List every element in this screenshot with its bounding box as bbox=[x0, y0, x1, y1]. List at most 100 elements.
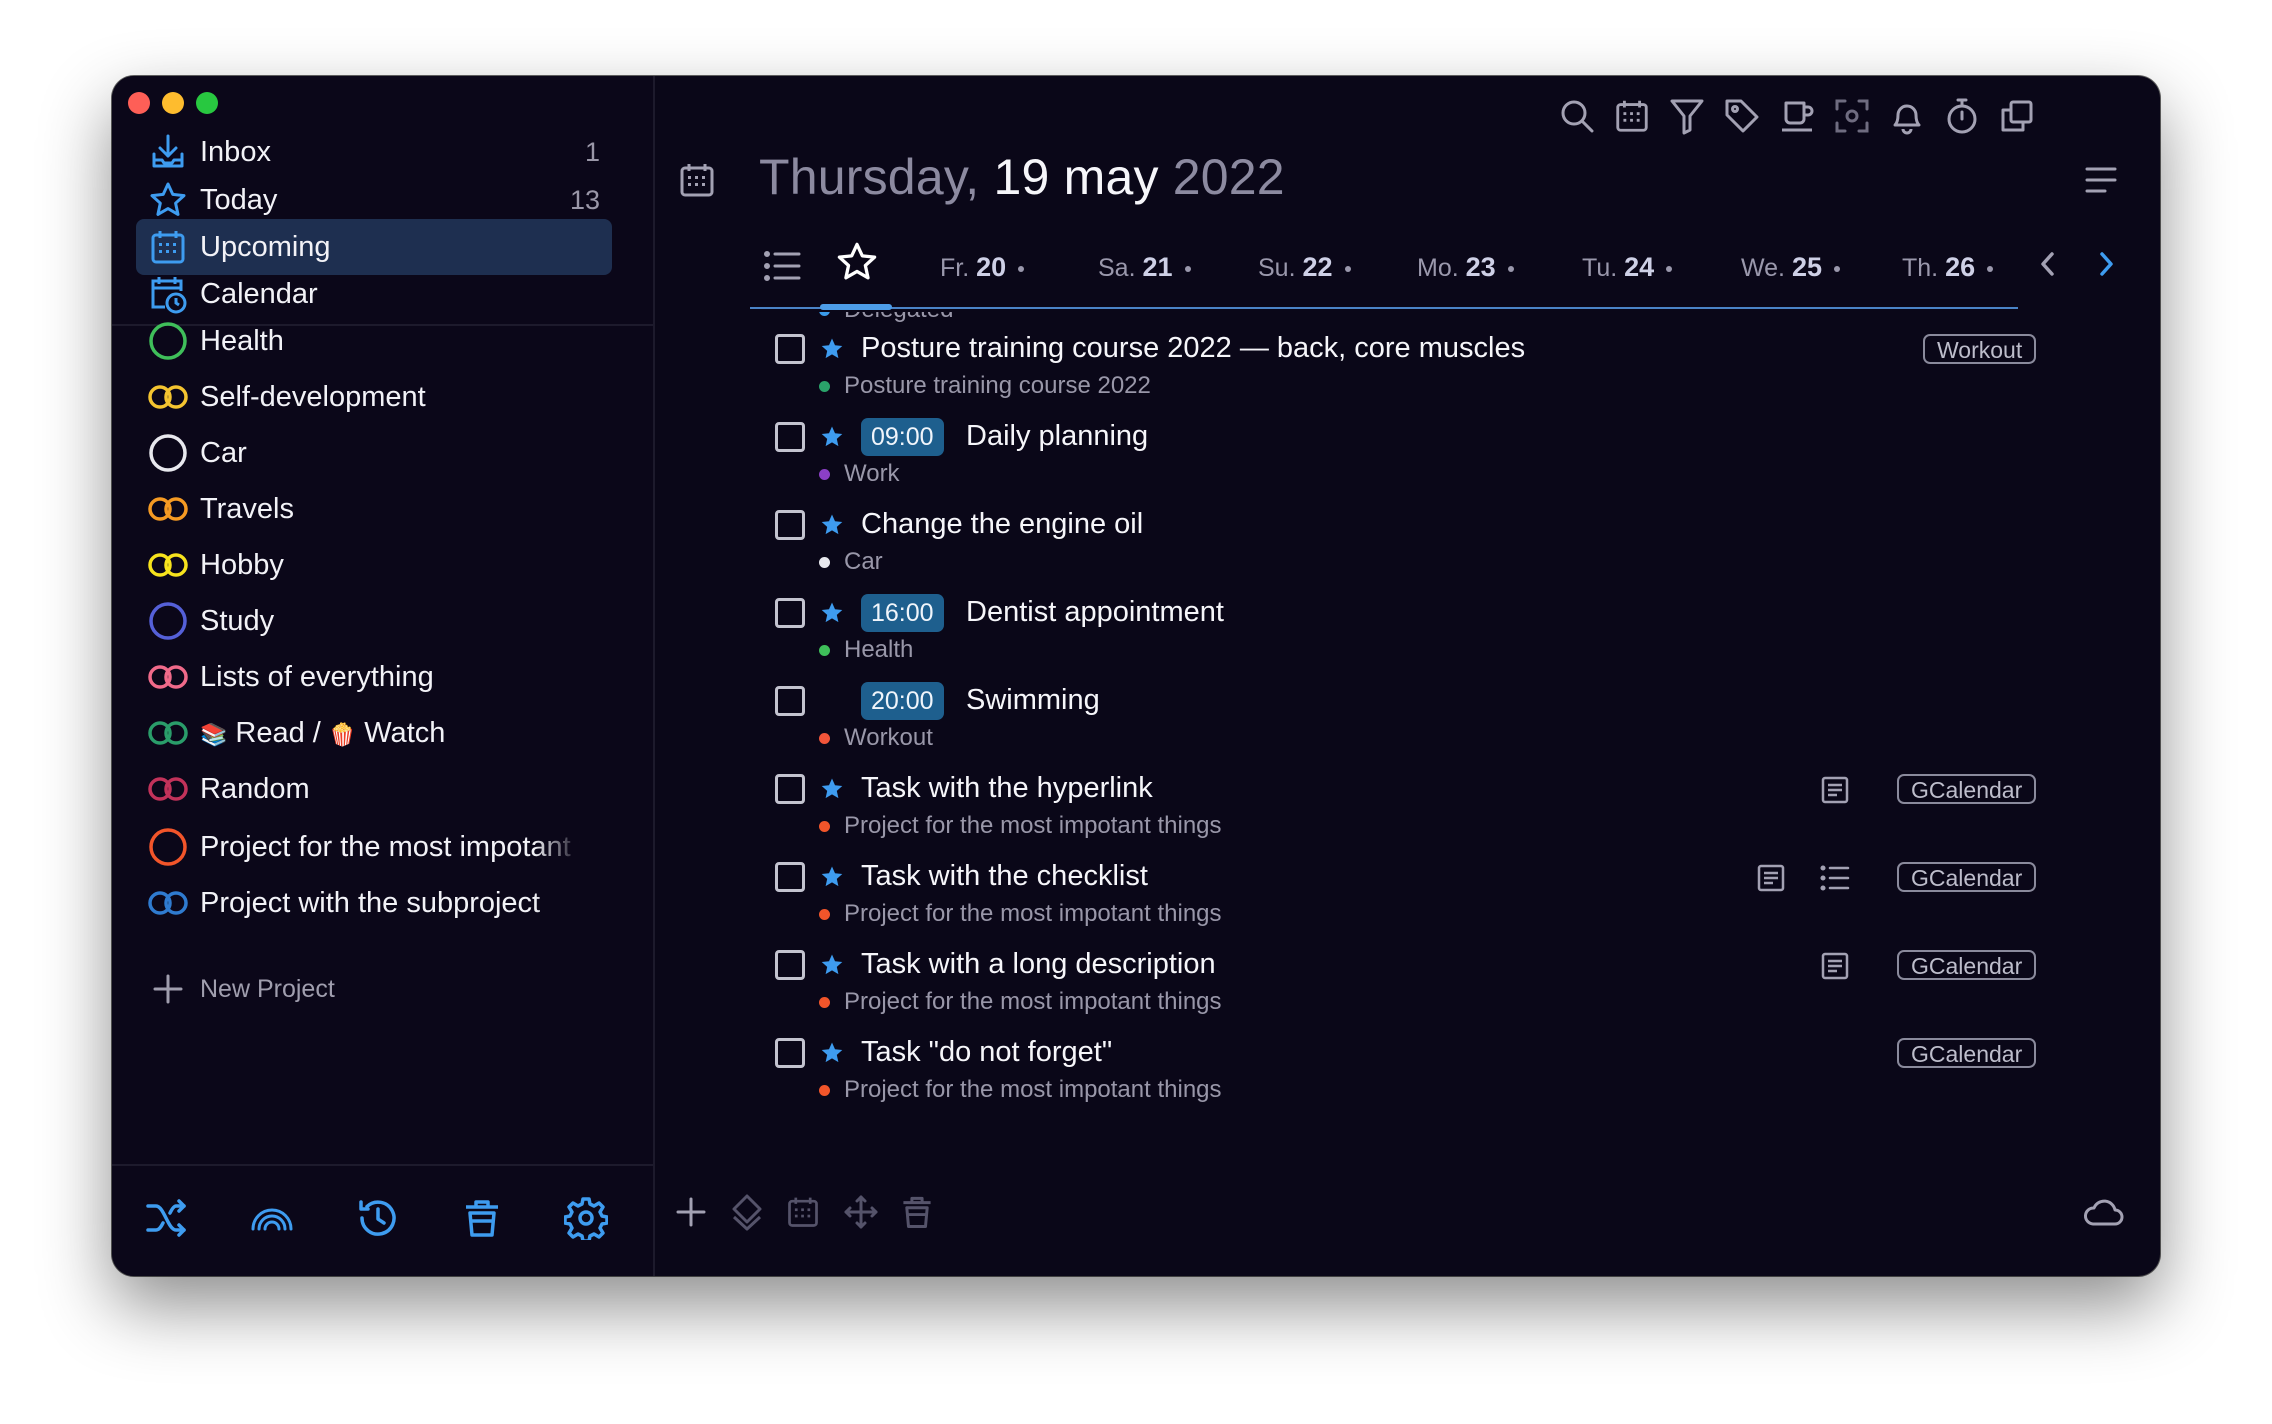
sidebar-project-car[interactable]: Car bbox=[136, 428, 612, 478]
star-icon[interactable] bbox=[818, 332, 846, 366]
filter-icon[interactable] bbox=[1661, 90, 1713, 142]
sidebar-project-random[interactable]: Random bbox=[136, 764, 612, 814]
list-view-icon[interactable] bbox=[761, 244, 805, 288]
day-prefix: Sa. bbox=[1098, 254, 1136, 282]
trash-icon[interactable] bbox=[452, 1188, 512, 1248]
trash-icon[interactable] bbox=[891, 1186, 943, 1238]
task-list: Delegated Posture training course 2022 —… bbox=[655, 312, 2160, 1152]
double-ring-icon bbox=[136, 384, 200, 410]
task-row[interactable]: 16:00 Dentist appointment Health bbox=[655, 592, 2160, 680]
popcorn-emoji: 🍿 bbox=[328, 721, 357, 747]
task-tag[interactable]: GCalendar bbox=[1897, 950, 2037, 980]
gear-icon[interactable] bbox=[556, 1188, 616, 1248]
day-tabs: Fr. 20 Sa. 21 Su. 22 Mo. 23 Tu. 24 We. 2… bbox=[655, 226, 2160, 306]
sidebar-project-read-watch[interactable]: 📚 Read / 🍿 Watch bbox=[136, 708, 612, 758]
calendar-grid-icon[interactable] bbox=[1606, 90, 1658, 142]
task-row[interactable]: Posture training course 2022 — back, cor… bbox=[655, 328, 2160, 416]
task-checkbox[interactable] bbox=[775, 686, 805, 716]
sidebar-project-study[interactable]: Study bbox=[136, 596, 612, 646]
project-name: Health bbox=[844, 636, 914, 663]
task-tag[interactable]: GCalendar bbox=[1897, 774, 2037, 804]
star-icon[interactable] bbox=[818, 860, 846, 894]
move-icon[interactable] bbox=[835, 1186, 887, 1238]
task-row[interactable]: Task "do not forget" GCalendar Project f… bbox=[655, 1032, 2160, 1120]
coffee-icon[interactable] bbox=[1771, 90, 1823, 142]
star-icon[interactable] bbox=[818, 772, 846, 806]
task-row[interactable]: 20:00 Swimming Workout bbox=[655, 680, 2160, 768]
shuffle-icon[interactable] bbox=[137, 1188, 197, 1248]
sidebar-bottom-bar bbox=[112, 1166, 653, 1276]
bell-icon[interactable] bbox=[1881, 90, 1933, 142]
task-row[interactable]: Task with the hyperlink GCalendar Projec… bbox=[655, 768, 2160, 856]
chevron-right-icon[interactable] bbox=[2091, 248, 2121, 282]
tab-day[interactable]: Mo. 23 bbox=[1417, 252, 1514, 283]
tab-day[interactable]: Su. 22 bbox=[1258, 252, 1351, 283]
note-icon[interactable] bbox=[1753, 860, 1789, 896]
cloud-sync-icon[interactable] bbox=[2077, 1186, 2129, 1238]
calendar-grid-icon[interactable] bbox=[777, 1186, 829, 1238]
task-checkbox[interactable] bbox=[775, 334, 805, 364]
search-icon[interactable] bbox=[1551, 90, 1603, 142]
tab-day[interactable]: Th. 26 bbox=[1902, 252, 1994, 283]
priority-icon[interactable] bbox=[721, 1186, 773, 1238]
note-icon[interactable] bbox=[1817, 772, 1853, 808]
task-checkbox[interactable] bbox=[775, 1038, 805, 1068]
sidebar-project-travels[interactable]: Travels bbox=[136, 484, 612, 534]
star-icon[interactable] bbox=[818, 948, 846, 982]
tab-day[interactable]: We. 25 bbox=[1741, 252, 1840, 283]
checklist-icon[interactable] bbox=[1817, 860, 1853, 896]
task-title: Swimming bbox=[966, 684, 1100, 716]
tab-day[interactable]: Tu. 24 bbox=[1582, 252, 1673, 283]
task-checkbox[interactable] bbox=[775, 774, 805, 804]
history-icon[interactable] bbox=[348, 1188, 408, 1248]
moon-icon[interactable] bbox=[818, 684, 846, 718]
sidebar-project-subproject[interactable]: Project with the subproject bbox=[136, 878, 612, 928]
tab-day[interactable]: Fr. 20 bbox=[940, 252, 1025, 283]
sidebar-project-health[interactable]: Health bbox=[136, 316, 612, 366]
rainbow-icon[interactable] bbox=[242, 1188, 302, 1248]
note-icon[interactable] bbox=[1817, 948, 1853, 984]
close-window-button[interactable] bbox=[128, 92, 150, 114]
new-project-button[interactable]: New Project bbox=[136, 964, 335, 1014]
star-icon[interactable] bbox=[818, 596, 846, 630]
task-row[interactable]: Task with a long description GCalendar P… bbox=[655, 944, 2160, 1032]
star-icon[interactable] bbox=[818, 420, 846, 454]
ring-icon bbox=[136, 321, 200, 361]
project-label-part: Watch bbox=[364, 716, 446, 749]
ring-icon bbox=[136, 433, 200, 473]
star-icon[interactable] bbox=[818, 508, 846, 542]
tab-day[interactable]: Sa. 21 bbox=[1098, 252, 1191, 283]
star-tab-icon[interactable] bbox=[835, 240, 879, 286]
sidebar-project-hobby[interactable]: Hobby bbox=[136, 540, 612, 590]
zoom-window-button[interactable] bbox=[196, 92, 218, 114]
star-icon[interactable] bbox=[818, 1036, 846, 1070]
task-title: Dentist appointment bbox=[966, 596, 1224, 628]
project-label: Study bbox=[200, 604, 275, 637]
task-checkbox[interactable] bbox=[775, 598, 805, 628]
day-number: 20 bbox=[976, 252, 1007, 282]
sidebar-project-most-important[interactable]: Project for the most impotant things bbox=[136, 822, 612, 872]
task-title: Task with the hyperlink bbox=[861, 772, 1153, 804]
task-checkbox[interactable] bbox=[775, 862, 805, 892]
hamburger-icon[interactable] bbox=[2081, 160, 2121, 200]
task-row[interactable]: 09:00 Daily planning Work bbox=[655, 416, 2160, 504]
copy-windows-icon[interactable] bbox=[1991, 90, 2043, 142]
task-checkbox[interactable] bbox=[775, 510, 805, 540]
task-checkbox[interactable] bbox=[775, 950, 805, 980]
tag-icon[interactable] bbox=[1716, 90, 1768, 142]
add-task-button[interactable] bbox=[665, 1186, 717, 1238]
task-tag[interactable]: GCalendar bbox=[1897, 862, 2037, 892]
task-row[interactable]: Change the engine oil Car bbox=[655, 504, 2160, 592]
sidebar-item-calendar[interactable]: Calendar bbox=[136, 266, 612, 322]
active-tab-indicator bbox=[820, 304, 892, 310]
focus-icon[interactable] bbox=[1826, 90, 1878, 142]
task-row[interactable]: Task with the checklist GCalendar Projec… bbox=[655, 856, 2160, 944]
task-tag[interactable]: GCalendar bbox=[1897, 1038, 2037, 1068]
timer-icon[interactable] bbox=[1936, 90, 1988, 142]
task-checkbox[interactable] bbox=[775, 422, 805, 452]
task-tag[interactable]: Workout bbox=[1923, 334, 2037, 364]
minimize-window-button[interactable] bbox=[162, 92, 184, 114]
sidebar-project-lists[interactable]: Lists of everything bbox=[136, 652, 612, 702]
chevron-left-icon[interactable] bbox=[2033, 248, 2063, 282]
sidebar-project-self-development[interactable]: Self-development bbox=[136, 372, 612, 422]
